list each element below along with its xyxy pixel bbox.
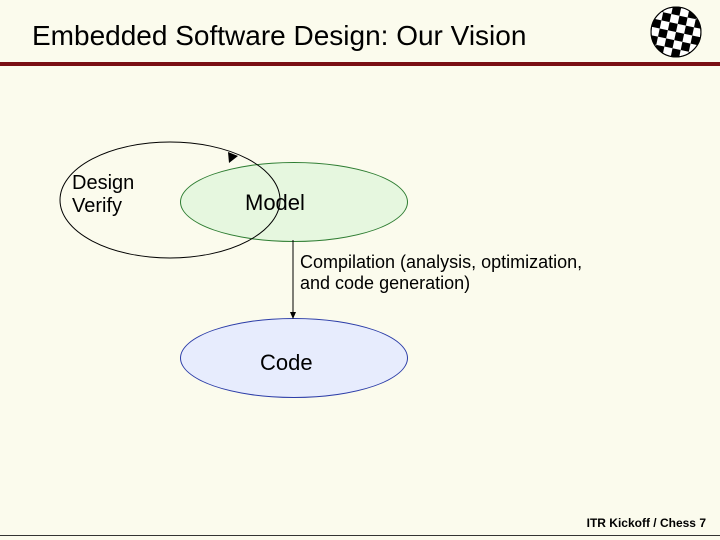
slide: Embedded Software Design: Our Vision <box>0 0 720 540</box>
code-label: Code <box>260 350 313 376</box>
compilation-label: Compilation (analysis, optimization,and … <box>300 252 582 293</box>
title-divider <box>0 62 720 66</box>
model-label: Model <box>245 190 305 216</box>
design-verify-label: DesignVerify <box>72 172 134 218</box>
footer-divider <box>0 535 720 536</box>
chess-logo-icon <box>650 6 702 58</box>
footer-text: ITR Kickoff / Chess 7 <box>587 516 706 530</box>
page-title: Embedded Software Design: Our Vision <box>32 20 526 52</box>
